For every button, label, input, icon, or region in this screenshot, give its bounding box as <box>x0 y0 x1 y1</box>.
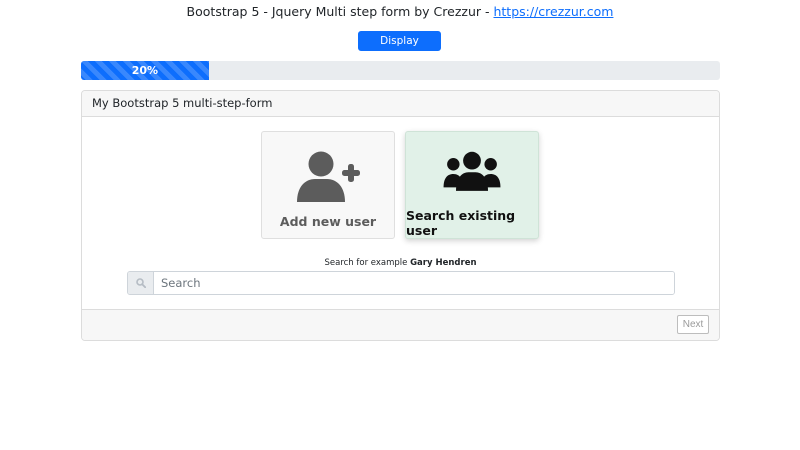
search-input-group <box>127 271 675 295</box>
progress-label: 20% <box>131 64 159 77</box>
search-existing-user-option[interactable]: Search existing user <box>405 131 539 239</box>
user-plus-icon <box>297 151 360 202</box>
add-new-user-label: Add new user <box>279 214 377 229</box>
add-new-user-option[interactable]: Add new user <box>261 131 395 239</box>
search-existing-user-label: Search existing user <box>406 208 516 238</box>
card-header: My Bootstrap 5 multi-step-form <box>82 91 719 117</box>
next-button[interactable]: Next <box>677 315 709 334</box>
search-input[interactable] <box>154 272 674 294</box>
display-features-button[interactable]: Display features <box>358 31 441 65</box>
crezzur-link[interactable]: https://crezzur.com <box>493 4 613 19</box>
page: Bootstrap 5 - Jquery Multi step form by … <box>0 0 800 450</box>
multi-step-form-card: My Bootstrap 5 multi-step-form Add new u… <box>81 90 720 341</box>
search-hint: Search for example Gary Hendren <box>82 258 719 268</box>
page-title-text: Bootstrap 5 - Jquery Multi step form by … <box>186 4 494 19</box>
search-hint-example: Gary Hendren <box>410 258 477 268</box>
progress-bar-fill: 20% <box>81 61 209 80</box>
search-addon <box>128 272 154 294</box>
search-icon <box>135 278 146 288</box>
users-icon <box>443 151 501 191</box>
page-title: Bootstrap 5 - Jquery Multi step form by … <box>0 4 800 19</box>
progress-bar-track: 20% <box>81 61 720 80</box>
search-hint-prefix: Search for example <box>324 258 411 268</box>
card-footer: Next <box>82 309 719 340</box>
